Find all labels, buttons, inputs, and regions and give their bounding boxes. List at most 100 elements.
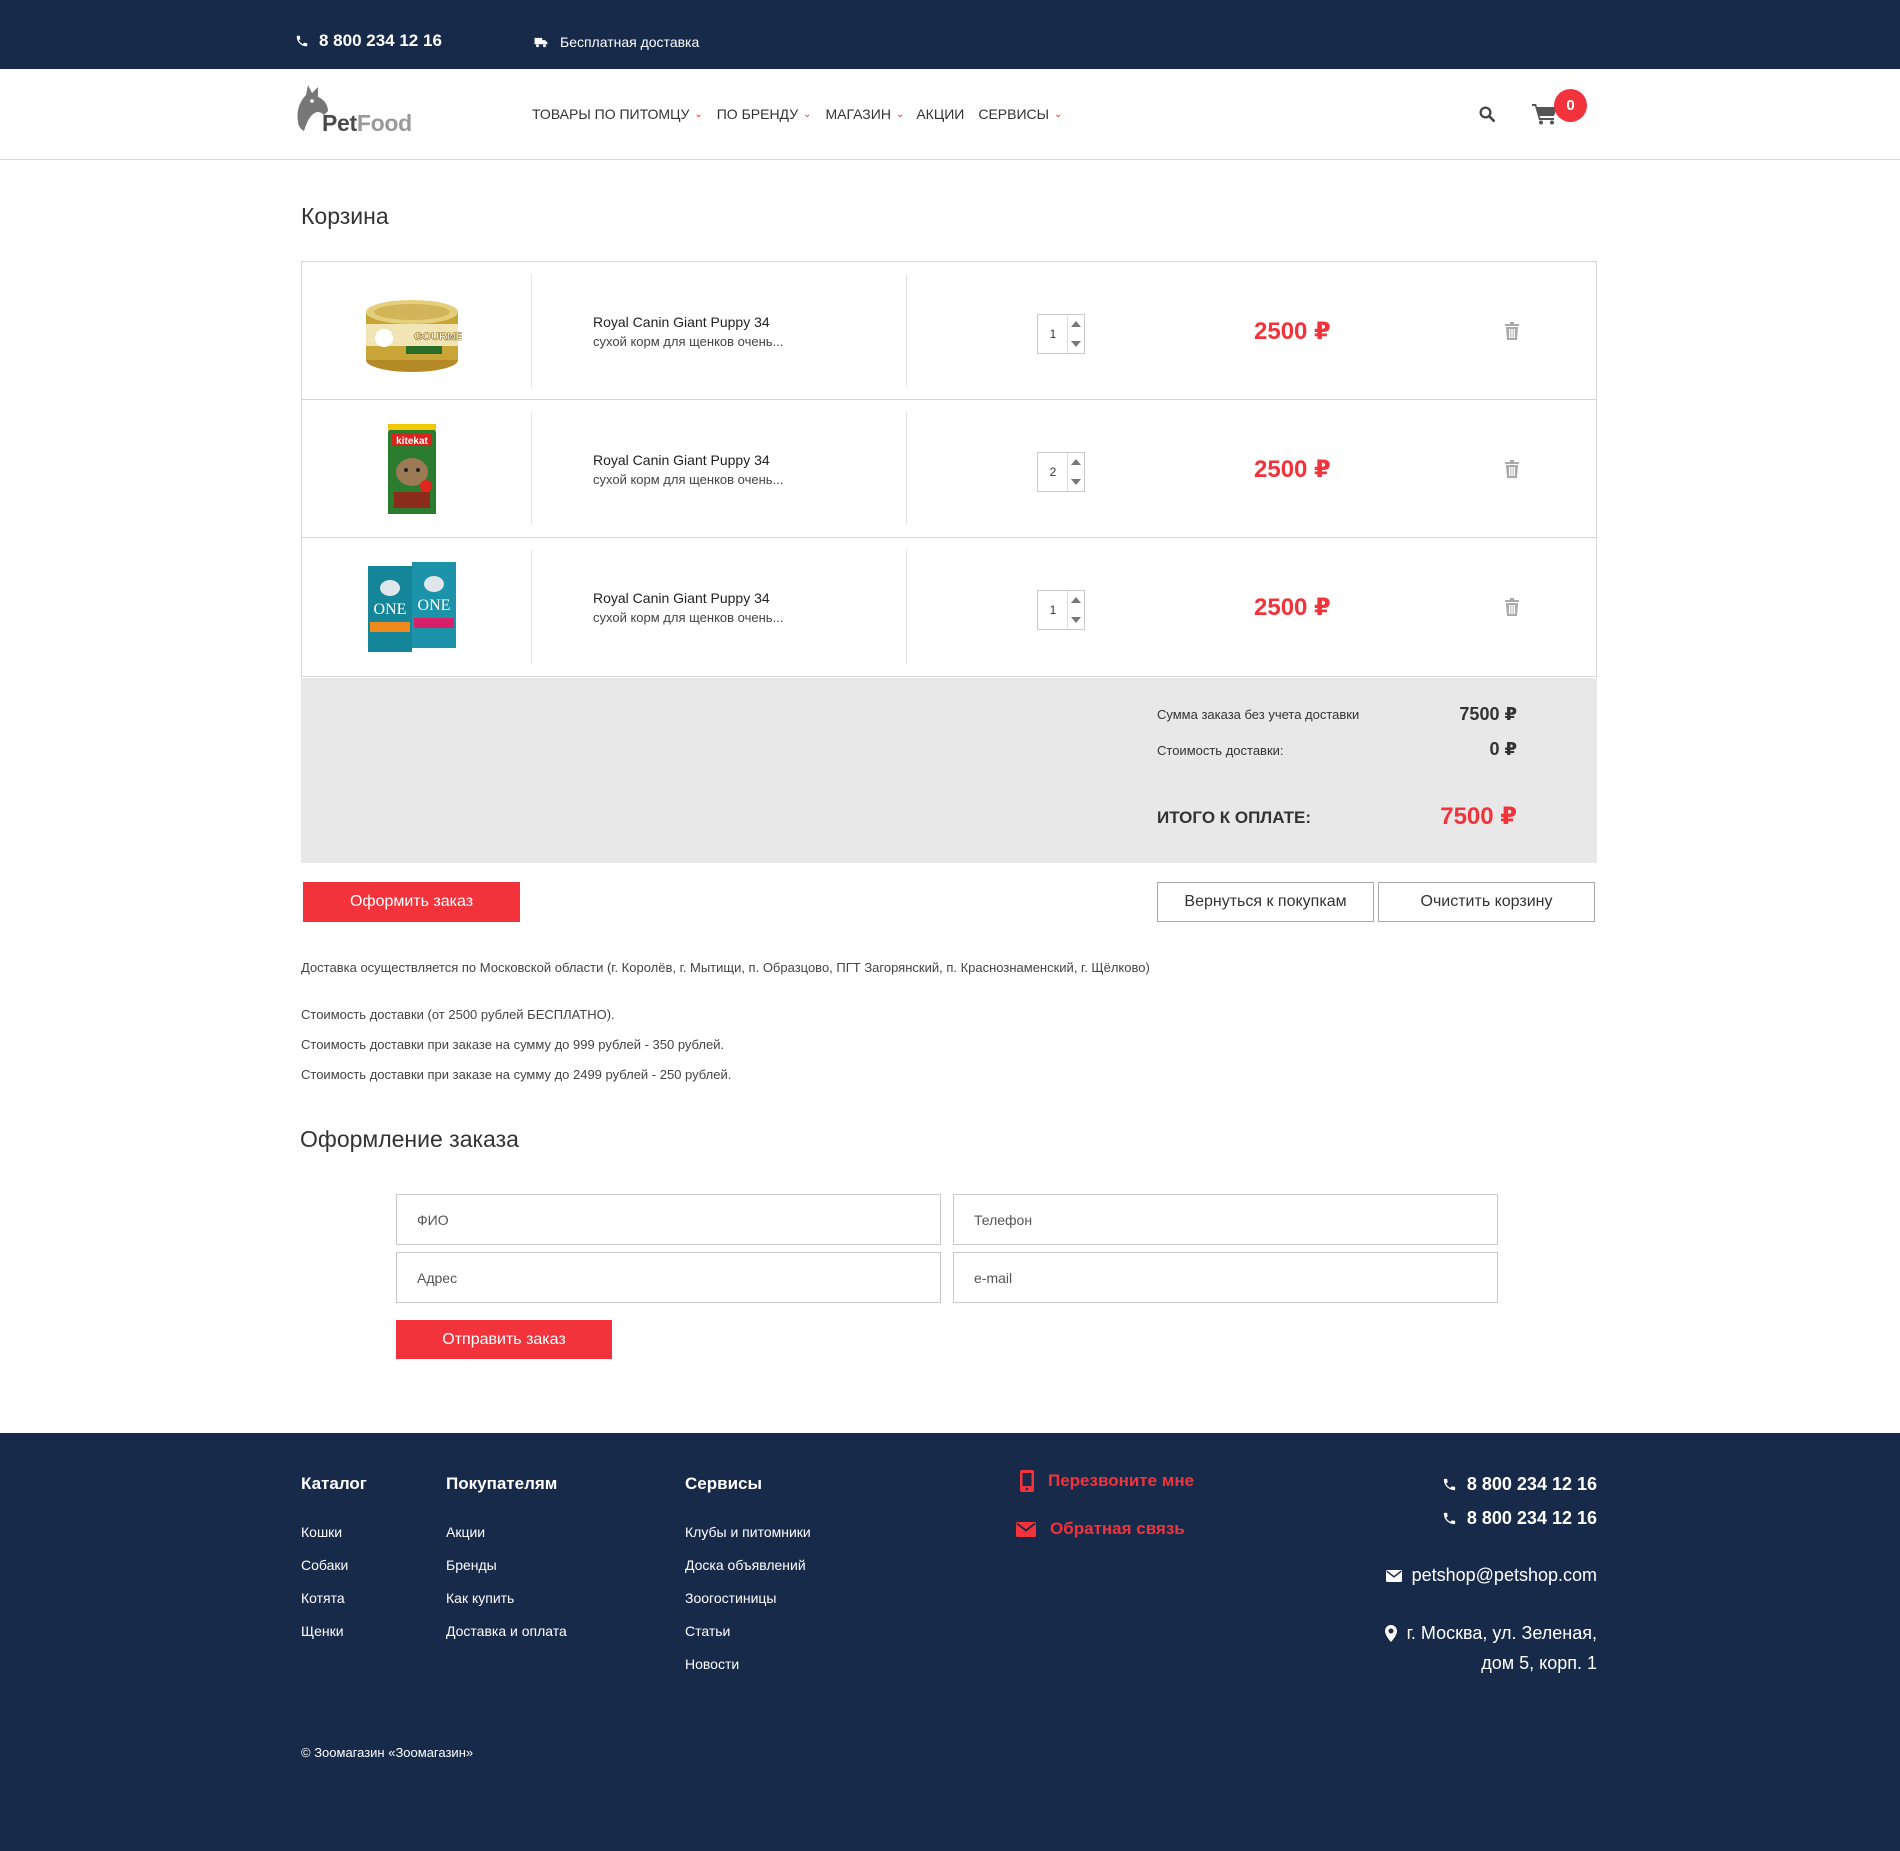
cart-row: kitekat Royal Canin Giant Puppy 34 сухой… xyxy=(302,400,1596,538)
phone-icon xyxy=(296,35,308,47)
quantity-increase-icon[interactable] xyxy=(1071,459,1081,465)
submit-order-button[interactable]: Отправить заказ xyxy=(396,1320,612,1359)
quantity-stepper[interactable]: 1 xyxy=(1037,590,1085,630)
copyright: © Зоомагазин «Зоомагазин» xyxy=(301,1745,474,1760)
quantity-decrease-icon[interactable] xyxy=(1071,479,1081,485)
mobile-phone-icon xyxy=(1020,1470,1034,1492)
phone-field xyxy=(953,1194,1498,1245)
header: PetFood ТОВАРЫ ПО ПИТОМЦУ ⌄ ПО БРЕНДУ ⌄ … xyxy=(0,69,1900,160)
clear-cart-button[interactable]: Очистить корзину xyxy=(1378,882,1595,922)
trash-icon[interactable] xyxy=(1504,598,1520,616)
footer-phone-number: 8 800 234 12 16 xyxy=(1466,1508,1597,1528)
topbar-phone[interactable]: 8 800 234 12 16 xyxy=(295,31,442,51)
cell-divider xyxy=(531,412,532,525)
product-name[interactable]: Royal Canin Giant Puppy 34 xyxy=(593,314,770,330)
product-image-kitekat-bag[interactable]: kitekat xyxy=(362,420,462,520)
product-description: сухой корм для щенков очень... xyxy=(593,610,784,625)
nav-item-promotions[interactable]: АКЦИИ xyxy=(916,106,964,122)
footer-email[interactable]: petshop@petshop.com xyxy=(1385,1565,1597,1586)
quantity-decrease-icon[interactable] xyxy=(1071,341,1081,347)
quantity-decrease-icon[interactable] xyxy=(1071,617,1081,623)
footer-catalog-title: Каталог xyxy=(301,1474,367,1493)
nav-label: ТОВАРЫ ПО ПИТОМЦУ xyxy=(532,106,690,122)
footer-phone-1[interactable]: 8 800 234 12 16 xyxy=(1442,1474,1597,1495)
product-price: 2500 ₽ xyxy=(1254,318,1331,345)
quantity-stepper[interactable]: 2 xyxy=(1037,452,1085,492)
topbar-phone-number: 8 800 234 12 16 xyxy=(319,31,442,50)
footer-link[interactable]: Щенки xyxy=(301,1623,344,1639)
checkout-button[interactable]: Оформить заказ xyxy=(303,882,520,922)
quantity-arrows xyxy=(1067,591,1084,629)
nav-item-brands[interactable]: ПО БРЕНДУ ⌄ xyxy=(717,106,812,122)
cart-count-badge[interactable]: 0 xyxy=(1554,89,1587,122)
quantity-increase-icon[interactable] xyxy=(1071,597,1081,603)
map-pin-icon xyxy=(1384,1624,1397,1642)
quantity-value[interactable]: 1 xyxy=(1038,315,1068,353)
feedback-button[interactable]: Обратная связь xyxy=(1016,1519,1185,1539)
quantity-increase-icon[interactable] xyxy=(1071,321,1081,327)
nav-label: ПО БРЕНДУ xyxy=(716,106,799,122)
footer-phone-2[interactable]: 8 800 234 12 16 xyxy=(1442,1508,1597,1529)
address-input[interactable] xyxy=(397,1253,940,1302)
product-name[interactable]: Royal Canin Giant Puppy 34 xyxy=(593,452,770,468)
product-image-gourmet-can[interactable]: GOURMET xyxy=(362,282,462,382)
delivery-price-text: Стоимость доставки (от 2500 рублей БЕСПЛ… xyxy=(301,1007,615,1022)
address-field xyxy=(396,1252,941,1303)
email-input[interactable] xyxy=(954,1253,1497,1302)
footer-link[interactable]: Доставка и оплата xyxy=(446,1623,567,1639)
cell-divider xyxy=(531,274,532,387)
quantity-value[interactable]: 2 xyxy=(1038,453,1068,491)
footer-link[interactable]: Доска объявлений xyxy=(685,1557,806,1573)
back-to-shopping-button[interactable]: Вернуться к покупкам xyxy=(1157,882,1374,922)
nav-item-pets[interactable]: ТОВАРЫ ПО ПИТОМЦУ ⌄ xyxy=(532,106,703,122)
product-image-purina-one-bags[interactable]: ONE ONE xyxy=(362,558,462,658)
footer-link[interactable]: Статьи xyxy=(685,1623,730,1639)
logo-food: Food xyxy=(356,110,412,136)
footer-link[interactable]: Собаки xyxy=(301,1557,348,1573)
page-title: Корзина xyxy=(301,203,389,229)
svg-text:GOURMET: GOURMET xyxy=(414,331,462,343)
chevron-down-icon: ⌄ xyxy=(694,108,703,120)
footer-address-line2: дом 5, корп. 1 xyxy=(1481,1653,1597,1673)
footer-buyers-title: Покупателям xyxy=(446,1474,558,1493)
phone-icon xyxy=(1443,1478,1455,1491)
callback-button[interactable]: Перезвоните мне xyxy=(1020,1470,1194,1492)
cell-divider xyxy=(906,412,907,525)
top-bar: 8 800 234 12 16 Бесплатная доставка xyxy=(0,0,1900,69)
envelope-icon xyxy=(1385,1569,1402,1582)
subtotal-value: 7500 ₽ xyxy=(1459,704,1517,724)
logo[interactable]: PetFood xyxy=(290,81,420,141)
footer-link[interactable]: Кошки xyxy=(301,1524,342,1540)
footer-link[interactable]: Клубы и питомники xyxy=(685,1524,811,1540)
truck-icon xyxy=(534,37,548,47)
fio-input[interactable] xyxy=(397,1195,940,1244)
footer-phone-number: 8 800 234 12 16 xyxy=(1466,1474,1597,1494)
phone-input[interactable] xyxy=(954,1195,1497,1244)
product-name[interactable]: Royal Canin Giant Puppy 34 xyxy=(593,590,770,606)
nav-item-services[interactable]: СЕРВИСЫ ⌄ xyxy=(978,106,1062,122)
footer-link[interactable]: Акции xyxy=(446,1524,485,1540)
cart-table: GOURMET Royal Canin Giant Puppy 34 сухой… xyxy=(301,261,1597,677)
footer-link[interactable]: Зоогостиницы xyxy=(685,1590,776,1606)
quantity-stepper[interactable]: 1 xyxy=(1037,314,1085,354)
envelope-icon xyxy=(1016,1521,1036,1537)
footer-link[interactable]: Новости xyxy=(685,1656,739,1672)
delivery-cost-value: 0 ₽ xyxy=(1489,739,1517,759)
quantity-arrows xyxy=(1067,315,1084,353)
footer-link[interactable]: Котята xyxy=(301,1590,345,1606)
order-form-title: Оформление заказа xyxy=(300,1126,519,1152)
footer-address-line1: г. Москва, ул. Зеленая, xyxy=(1406,1623,1597,1643)
nav-item-shop[interactable]: МАГАЗИН ⌄ xyxy=(825,106,904,122)
total-label: ИТОГО К ОПЛАТЕ: xyxy=(1157,808,1312,827)
cart-row: ONE ONE Royal Canin Giant Puppy 34 сухой… xyxy=(302,538,1596,676)
trash-icon[interactable] xyxy=(1504,322,1520,340)
nav-label: АКЦИИ xyxy=(916,106,965,122)
delivery-price-text: Стоимость доставки при заказе на сумму д… xyxy=(301,1067,732,1082)
quantity-value[interactable]: 1 xyxy=(1038,591,1068,629)
search-icon[interactable] xyxy=(1478,105,1496,123)
trash-icon[interactable] xyxy=(1504,460,1520,478)
topbar-delivery[interactable]: Бесплатная доставка xyxy=(534,34,699,50)
footer-link[interactable]: Как купить xyxy=(446,1590,514,1606)
footer-link[interactable]: Бренды xyxy=(446,1557,497,1573)
quantity-arrows xyxy=(1067,453,1084,491)
